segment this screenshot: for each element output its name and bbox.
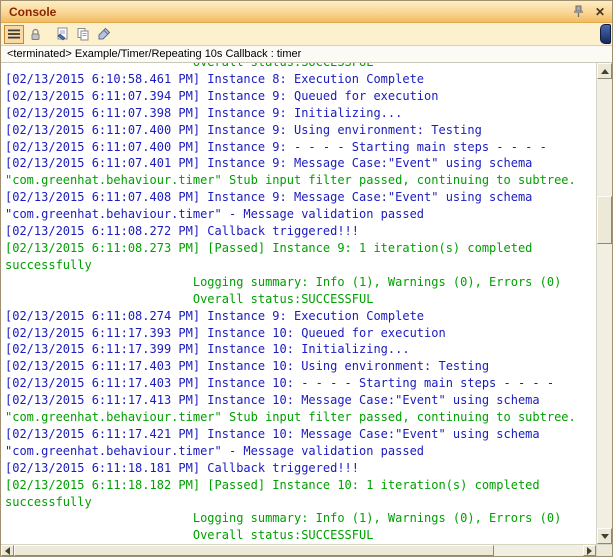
lock-icon	[31, 28, 39, 40]
horizontal-scrollbar[interactable]	[1, 544, 596, 556]
pin-glyph	[573, 5, 583, 17]
console-toolbar	[1, 23, 612, 46]
arrow-down-icon	[600, 533, 609, 539]
scroll-up-button[interactable]	[597, 63, 612, 79]
copy-icon	[77, 28, 89, 41]
console-line: [02/13/2015 6:11:07.398 PM] Instance 9: …	[5, 105, 403, 120]
bottom-bar	[1, 544, 612, 556]
console-line: [02/13/2015 6:11:07.401 PM] Instance 9: …	[5, 156, 533, 171]
console-text: Overall status:SUCCESSFUL[02/13/2015 6:1…	[1, 63, 596, 544]
console-line: Overall status:SUCCESSFUL	[5, 528, 374, 543]
console-line: [02/13/2015 6:11:18.182 PM] [Passed] Ins…	[5, 477, 540, 492]
console-line: [02/13/2015 6:11:07.400 PM] Instance 9: …	[5, 122, 482, 137]
console-line: "com.greenhat.behaviour.timer" - Message…	[5, 443, 425, 458]
close-x-glyph: ✕	[594, 4, 606, 19]
arrow-left-icon	[5, 546, 10, 555]
console-line: Overall status:SUCCESSFUL	[5, 63, 596, 71]
scroll-right-button[interactable]	[583, 545, 596, 556]
vertical-scrollbar-thumb[interactable]	[597, 196, 612, 244]
scrollbar-corner	[596, 544, 612, 556]
arrow-up-icon	[600, 68, 609, 74]
menu-icon	[8, 29, 20, 39]
console-line: [02/13/2015 6:11:08.274 PM] Instance 9: …	[5, 308, 425, 323]
console-line: [02/13/2015 6:11:17.403 PM] Instance 10:…	[5, 376, 555, 391]
copy-button[interactable]	[73, 25, 93, 44]
console-line: "com.greenhat.behaviour.timer" Stub inpu…	[5, 410, 576, 425]
console-panel: Console ✕ <terminated> Example/Timer/Rep…	[0, 0, 613, 557]
vertical-scrollbar[interactable]	[596, 63, 612, 544]
close-icon[interactable]: ✕	[593, 5, 607, 19]
console-line: Logging summary: Info (1), Warnings (0),…	[5, 511, 562, 526]
lock-console-button[interactable]	[25, 25, 45, 44]
pin-icon[interactable]	[571, 5, 585, 19]
titlebar[interactable]: Console ✕	[1, 1, 612, 23]
console-line: successfully	[5, 257, 92, 272]
clear-console-icon	[98, 27, 111, 40]
console-line: [02/13/2015 6:11:17.393 PM] Instance 10:…	[5, 325, 446, 340]
console-line: [02/13/2015 6:10:58.461 PM] Instance 8: …	[5, 71, 425, 86]
console-line: [02/13/2015 6:11:07.400 PM] Instance 9: …	[5, 139, 547, 154]
console-line: [02/13/2015 6:11:08.273 PM] [Passed] Ins…	[5, 240, 533, 255]
view-menu-button[interactable]	[4, 24, 24, 44]
console-line: [02/13/2015 6:11:08.272 PM] Callback tri…	[5, 224, 360, 239]
terminated-status: <terminated> Example/Timer/Repeating 10s…	[1, 46, 612, 63]
console-line: [02/13/2015 6:11:18.181 PM] Callback tri…	[5, 460, 360, 475]
horizontal-scrollbar-thumb[interactable]	[14, 545, 494, 556]
titlebar-buttons: ✕	[571, 5, 607, 19]
console-line: "com.greenhat.behaviour.timer" - Message…	[5, 207, 425, 222]
clear-console-button[interactable]	[94, 25, 114, 44]
arrow-right-icon	[587, 546, 592, 555]
scroll-down-button[interactable]	[597, 528, 612, 544]
console-line: [02/13/2015 6:11:17.421 PM] Instance 10:…	[5, 426, 540, 441]
console-line: Overall status:SUCCESSFUL	[5, 291, 374, 306]
console-line: [02/13/2015 6:11:07.394 PM] Instance 9: …	[5, 88, 439, 103]
console-output[interactable]: Overall status:SUCCESSFUL[02/13/2015 6:1…	[1, 63, 596, 544]
console-line: Logging summary: Info (1), Warnings (0),…	[5, 274, 562, 289]
console-line: [02/13/2015 6:11:17.413 PM] Instance 10:…	[5, 393, 540, 408]
export-log-button[interactable]	[52, 25, 72, 44]
toolbar-edge-decoration	[600, 24, 611, 44]
console-line: [02/13/2015 6:11:07.408 PM] Instance 9: …	[5, 190, 533, 205]
panel-title: Console	[9, 4, 57, 19]
console-line: successfully	[5, 494, 92, 509]
console-line: [02/13/2015 6:11:17.399 PM] Instance 10:…	[5, 342, 410, 357]
console-line: "com.greenhat.behaviour.timer" Stub inpu…	[5, 173, 576, 188]
export-log-icon	[57, 27, 67, 41]
console-body: Overall status:SUCCESSFUL[02/13/2015 6:1…	[1, 63, 612, 544]
scroll-left-button[interactable]	[1, 545, 14, 556]
console-line: [02/13/2015 6:11:17.403 PM] Instance 10:…	[5, 359, 490, 374]
